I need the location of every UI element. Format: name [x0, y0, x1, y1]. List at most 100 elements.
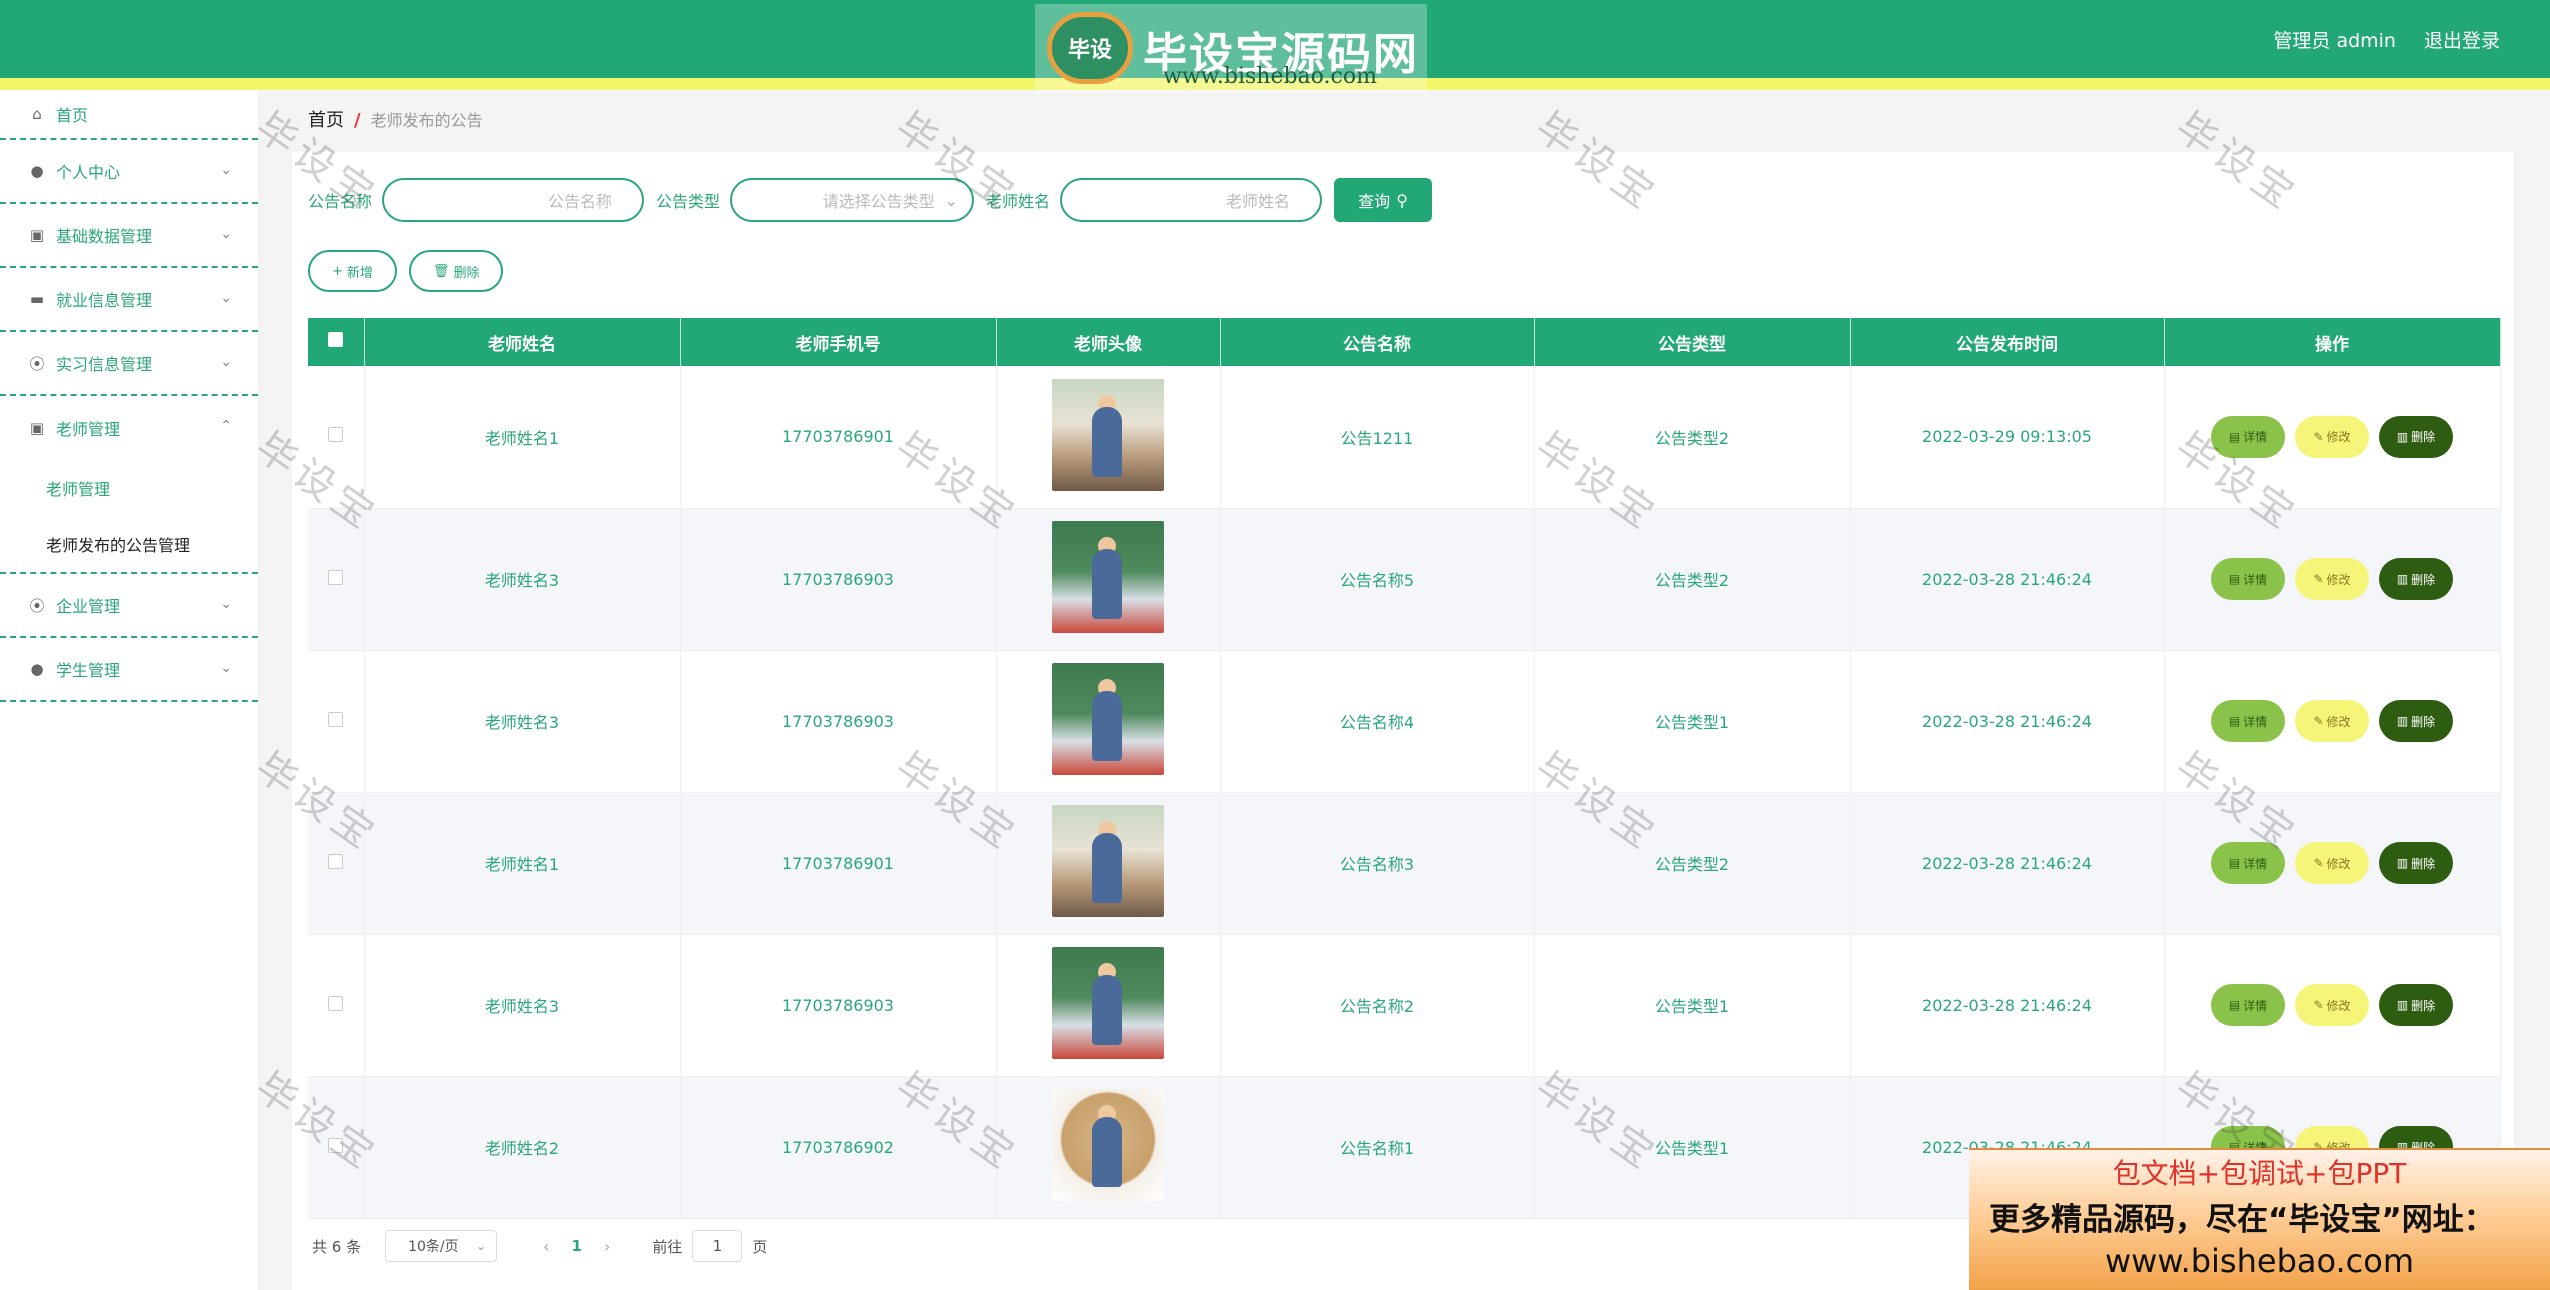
sidebar-subitem-teacher-notice[interactable]: 老师发布的公告管理	[0, 516, 258, 572]
cell-teacher-avatar	[996, 1076, 1221, 1219]
sidebar: ⌂ 首页 ● 个人中心 ⌄ ▣ 基础数据管理 ⌄ ▬ 就业信息管理 ⌄ ⦿ 实习…	[0, 90, 258, 1290]
delete-button[interactable]: ▥删除	[2379, 415, 2453, 458]
promo-line-1: 包文档+包调试+包PPT	[2112, 1157, 2407, 1190]
header-user-area: 管理员 admin 退出登录	[2273, 26, 2500, 53]
goto-suffix: 页	[752, 1237, 768, 1256]
edit-button[interactable]: ✎修改	[2295, 984, 2369, 1026]
teacher-avatar-image[interactable]	[1052, 805, 1164, 917]
row-operations: ▤详情✎修改▥删除	[2166, 700, 2499, 742]
cell-publish-time: 2022-03-28 21:46:24	[1850, 650, 2165, 793]
detail-button[interactable]: ▤详情	[2211, 984, 2285, 1026]
brand-badge-icon: 毕设	[1047, 12, 1133, 84]
sidebar-item-home[interactable]: ⌂ 首页	[0, 90, 258, 140]
row-select-cell	[308, 508, 365, 651]
select-all-checkbox[interactable]	[328, 332, 344, 347]
cell-teacher-name: 老师姓名3	[364, 650, 681, 793]
cell-notice-type: 公告类型2	[1534, 366, 1851, 509]
table-row: 老师姓名3 17703786903 公告名称5 公告类型2 2022-03-28 21:…	[308, 508, 2501, 651]
row-operations: ▤详情✎修改▥删除	[2166, 984, 2499, 1026]
sidebar-item-basic-data[interactable]: ▣ 基础数据管理 ⌄	[0, 204, 258, 268]
row-checkbox[interactable]	[328, 1137, 344, 1153]
delete-button[interactable]: ▥删除	[2379, 842, 2453, 884]
page-number[interactable]: 1	[572, 1237, 582, 1255]
sidebar-item-company[interactable]: ⦿ 企业管理 ⌄	[0, 574, 258, 638]
search-icon: ⚲	[1396, 190, 1408, 210]
cell-operations: ▤详情✎修改▥删除	[2164, 366, 2501, 509]
sidebar-item-teacher[interactable]: ▣ 老师管理 ⌃	[0, 396, 258, 460]
chevron-down-icon: ⌄	[220, 162, 232, 178]
row-operations: ▤详情✎修改▥删除	[2166, 558, 2499, 600]
promo-line-2: 更多精品源码，尽在“毕设宝”网址：	[1989, 1202, 2495, 1238]
teacher-avatar-image[interactable]	[1052, 1089, 1164, 1201]
cell-teacher-phone: 17703786903	[680, 934, 997, 1077]
sidebar-item-student[interactable]: ● 学生管理 ⌄	[0, 638, 258, 702]
header-teacher-name: 老师姓名	[364, 318, 681, 366]
breadcrumb-home[interactable]: 首页	[308, 110, 344, 131]
row-checkbox[interactable]	[328, 427, 344, 443]
file-icon: ▤	[2228, 429, 2241, 444]
sidebar-subitem-teacher-manage[interactable]: 老师管理	[0, 460, 258, 516]
header-notice-type: 公告类型	[1534, 318, 1851, 366]
pencil-icon: ✎	[2313, 856, 2324, 870]
edit-button[interactable]: ✎修改	[2295, 558, 2369, 600]
cell-notice-name: 公告名称2	[1220, 934, 1535, 1077]
cell-notice-type: 公告类型1	[1534, 934, 1851, 1077]
teacher-name-input[interactable]: 老师姓名	[1060, 178, 1323, 222]
chevron-down-icon: ⌄	[944, 190, 959, 210]
edit-button[interactable]: ✎修改	[2295, 842, 2369, 884]
chevron-down-icon: ⌄	[476, 1239, 487, 1253]
detail-button[interactable]: ▤详情	[2211, 558, 2285, 600]
chevron-down-icon: ⌄	[220, 660, 232, 676]
row-operations: ▤详情✎修改▥删除	[2166, 842, 2499, 884]
cell-teacher-phone: 17703786903	[680, 650, 997, 793]
logout-link[interactable]: 退出登录	[2424, 26, 2500, 53]
detail-button[interactable]: ▤详情	[2211, 842, 2285, 884]
cell-notice-type: 公告类型1	[1534, 650, 1851, 793]
sidebar-item-employment[interactable]: ▬ 就业信息管理 ⌄	[0, 268, 258, 332]
row-checkbox[interactable]	[328, 569, 344, 585]
sidebar-item-internship[interactable]: ⦿ 实习信息管理 ⌄	[0, 332, 258, 396]
mic-icon: ⦿	[29, 596, 45, 615]
promo-line-3: www.bishebao.com	[2104, 1242, 2415, 1280]
query-button-label: 查询	[1358, 192, 1391, 211]
delete-button[interactable]: ▥删除	[2379, 558, 2453, 600]
teacher-avatar-image[interactable]	[1052, 521, 1164, 633]
batch-delete-button[interactable]: 🗑 删除	[408, 250, 504, 292]
row-checkbox[interactable]	[328, 995, 344, 1011]
table-row: 老师姓名3 17703786903 公告名称4 公告类型1 2022-03-28 21:…	[308, 650, 2501, 793]
edit-button[interactable]: ✎修改	[2295, 700, 2369, 742]
next-page-icon[interactable]: ›	[604, 1237, 610, 1256]
sidebar-item-personal[interactable]: ● 个人中心 ⌄	[0, 140, 258, 204]
plus-icon: +	[332, 263, 343, 279]
pencil-icon: ✎	[2313, 714, 2324, 728]
table-header-row: 老师姓名 老师手机号 老师头像 公告名称 公告类型 公告发布时间 操作	[308, 318, 2501, 366]
edit-button[interactable]: ✎修改	[2295, 415, 2369, 458]
goto-prefix: 前往	[652, 1237, 683, 1256]
goto-page-input[interactable]: 1	[692, 1230, 743, 1262]
edit-button-label: 修改	[2326, 856, 2351, 871]
row-select-cell	[308, 650, 365, 793]
search-bar: 公告名称 公告名称 公告类型 请选择公告类型 ⌄ 老师姓名 老师姓名 查询 ⚲	[308, 178, 1433, 222]
row-checkbox[interactable]	[328, 711, 344, 727]
row-checkbox[interactable]	[328, 853, 344, 869]
detail-button[interactable]: ▤详情	[2211, 700, 2285, 742]
row-select-cell	[308, 1076, 365, 1219]
add-button[interactable]: + 新增	[308, 250, 397, 292]
avatar-figure-body	[1092, 1117, 1122, 1187]
delete-button[interactable]: ▥删除	[2379, 984, 2453, 1026]
cell-notice-type: 公告类型2	[1534, 792, 1851, 935]
query-button[interactable]: 查询 ⚲	[1334, 178, 1433, 222]
detail-button[interactable]: ▤详情	[2211, 415, 2285, 458]
teacher-avatar-image[interactable]	[1052, 663, 1164, 775]
header-teacher-phone: 老师手机号	[680, 318, 997, 366]
teacher-avatar-image[interactable]	[1052, 947, 1164, 1059]
trash-icon: 🗑	[432, 263, 450, 279]
table-row: 老师姓名1 17703786901 公告1211 公告类型2 2022-03-29 09…	[308, 366, 2501, 509]
delete-button[interactable]: ▥删除	[2379, 700, 2453, 742]
page-size-select[interactable]: 10条/页 ⌄	[385, 1230, 498, 1262]
teacher-avatar-image[interactable]	[1052, 378, 1164, 491]
user-icon: ●	[30, 660, 44, 678]
prev-page-icon[interactable]: ‹	[543, 1237, 549, 1256]
notice-type-select[interactable]: 请选择公告类型 ⌄	[730, 178, 975, 222]
notice-name-input[interactable]: 公告名称	[382, 178, 645, 222]
